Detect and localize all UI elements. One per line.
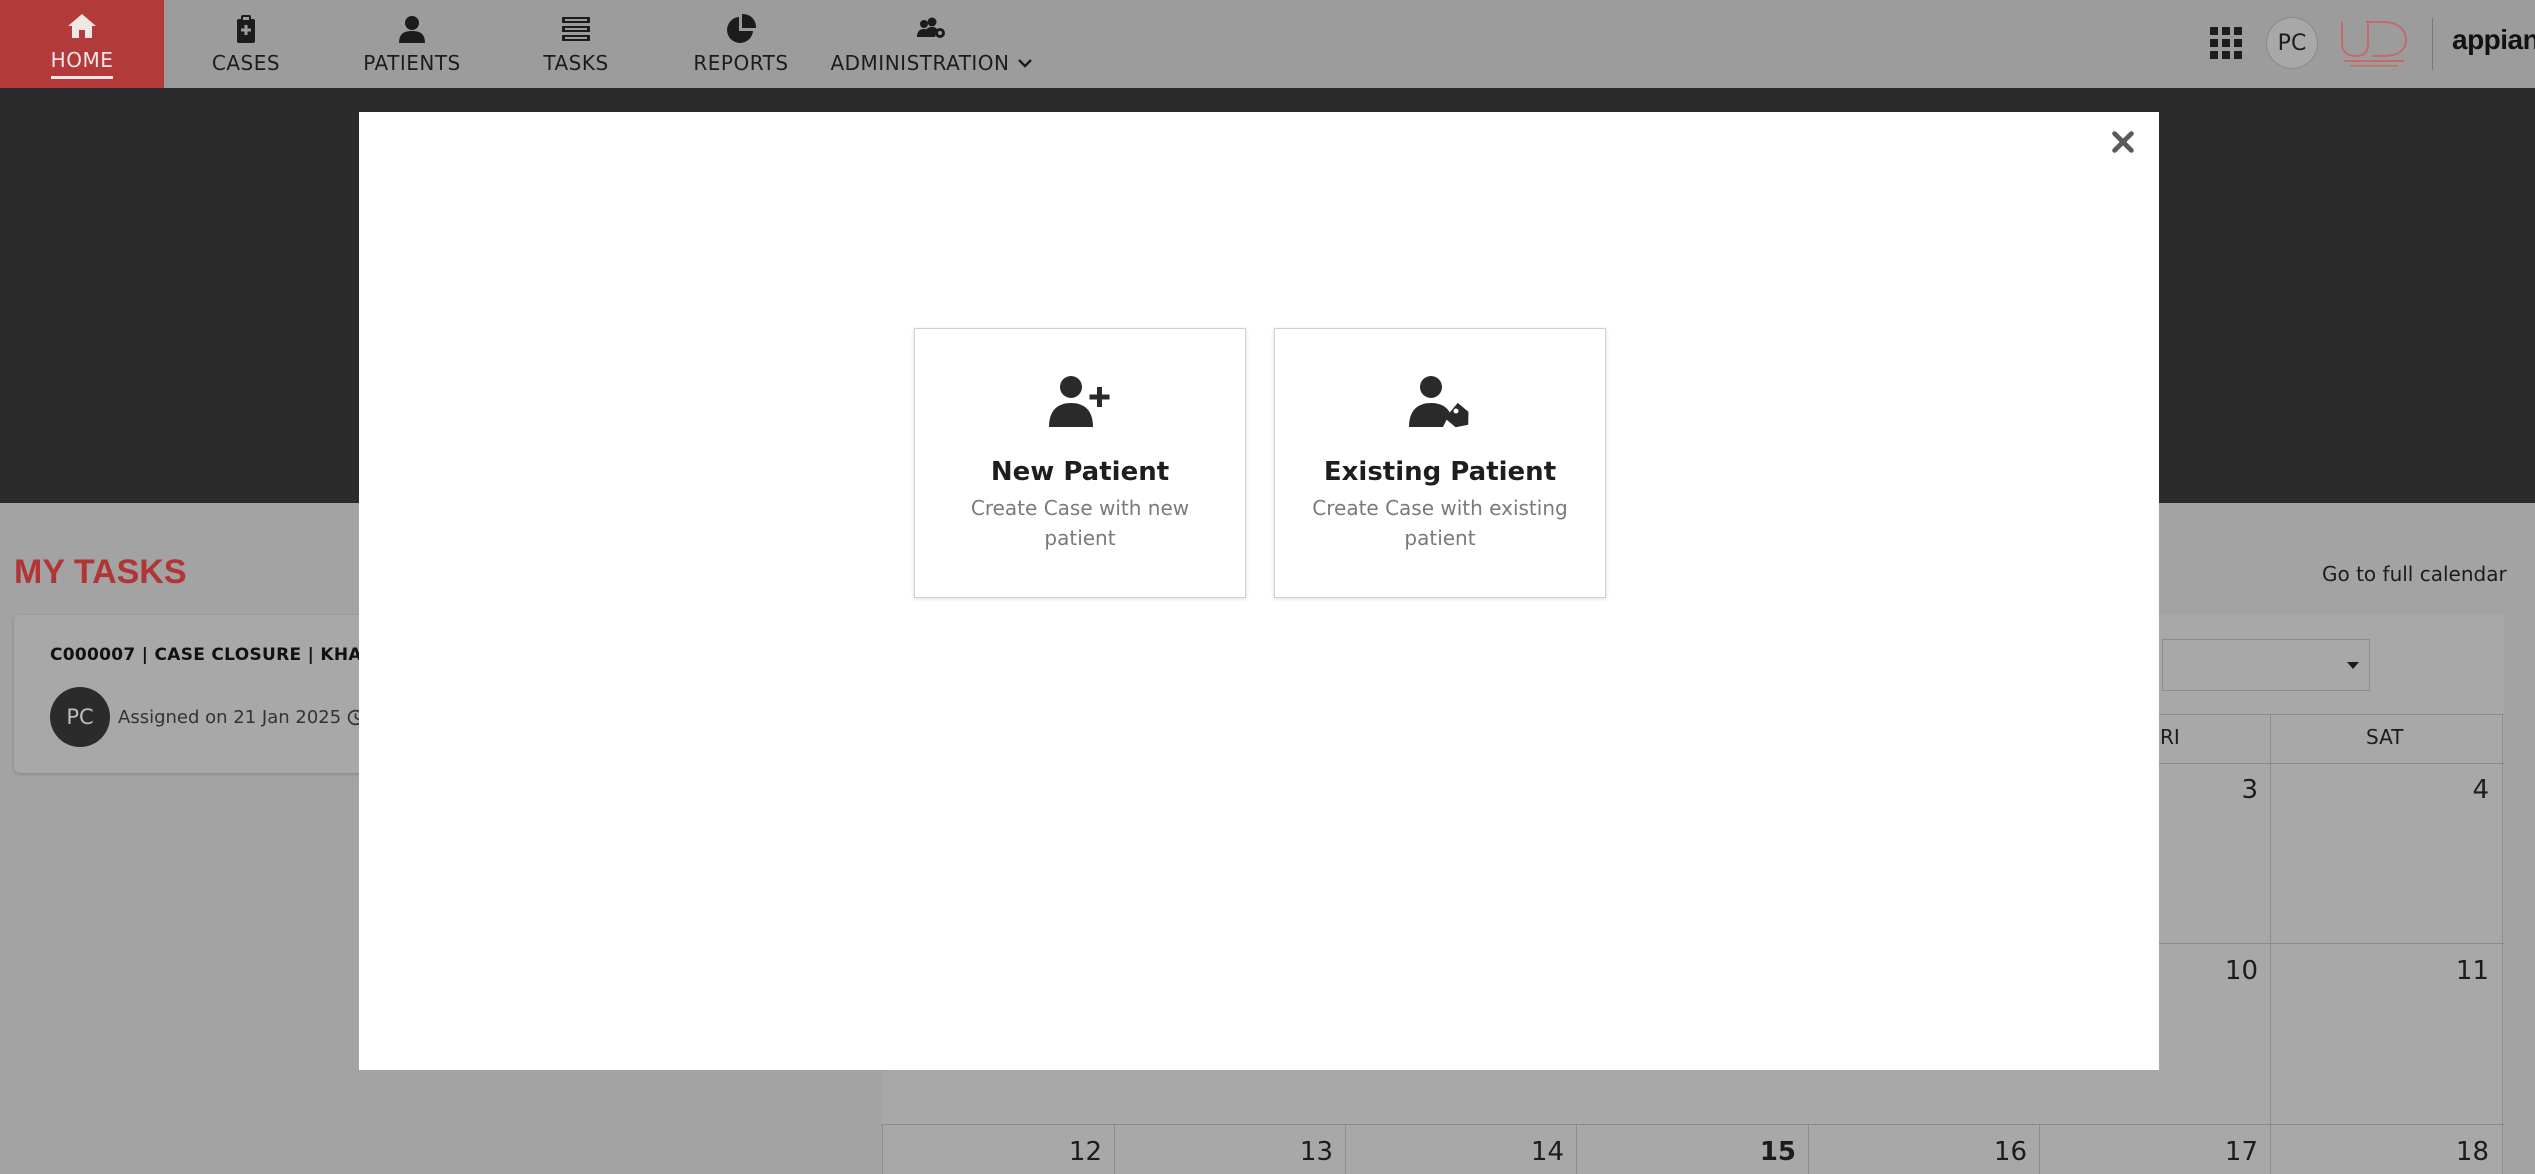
chevron-down-icon: [1017, 59, 1032, 68]
nav-tasks[interactable]: TASKS: [496, 0, 656, 88]
uniteddelta-logo: [2341, 21, 2408, 67]
existing-patient-option[interactable]: Existing Patient Create Case with existi…: [1274, 328, 1606, 598]
calendar-day[interactable]: 18: [2429, 1137, 2489, 1167]
nav-tasks-label: TASKS: [543, 51, 609, 75]
nav-reports[interactable]: REPORTS: [656, 0, 826, 88]
calendar-month-select[interactable]: [2162, 639, 2370, 691]
calendar-header-sat: SAT: [2366, 725, 2404, 749]
calendar-col-line: [1808, 1124, 1809, 1174]
create-case-modal: New Patient Create Case with new patient…: [359, 112, 2159, 1070]
tasks-list-icon: [562, 17, 590, 41]
close-icon: [2112, 131, 2134, 153]
existing-patient-subtitle: Create Case with existing patient: [1312, 496, 1568, 550]
nav-home-label: HOME: [50, 48, 114, 79]
top-navigation-bar: HOME CASES PATIENTS TASKS REPORTS ADMINI…: [0, 0, 2535, 88]
appian-logo: appian: [2452, 24, 2535, 55]
nav-reports-label: REPORTS: [693, 51, 789, 75]
my-tasks-heading: MY TASKS: [14, 553, 187, 591]
calendar-row-line: [882, 1124, 2504, 1125]
task-assignee-avatar: PC: [50, 687, 110, 747]
task-title[interactable]: C000007 | CASE CLOSURE | KHALID: [50, 645, 394, 665]
administration-text: ADMINISTRATION: [830, 51, 1010, 75]
nav-administration[interactable]: ADMINISTRATION: [826, 0, 1036, 88]
users-cog-icon: [917, 17, 945, 38]
task-assignee-initials: PC: [66, 705, 94, 729]
nav-cases[interactable]: CASES: [164, 0, 328, 88]
full-calendar-link[interactable]: Go to full calendar: [2322, 562, 2507, 586]
calendar-day-today[interactable]: 15: [1736, 1137, 1796, 1167]
calendar-day[interactable]: 12: [1042, 1137, 1102, 1167]
task-assigned-text: Assigned on 21 Jan 2025: [118, 707, 342, 728]
user-initials: PC: [2277, 30, 2307, 56]
calendar-col-line: [882, 1124, 883, 1174]
user-avatar[interactable]: PC: [2266, 17, 2318, 69]
nav-administration-label: ADMINISTRATION: [830, 51, 1032, 75]
select-caret-icon: [2347, 662, 2359, 669]
task-assigned-info: Assigned on 21 Jan 2025: [118, 707, 364, 728]
nav-cases-label: CASES: [211, 51, 281, 75]
clipboard-medical-icon: [237, 15, 255, 43]
calendar-day[interactable]: 17: [2198, 1137, 2258, 1167]
home-icon: [68, 13, 96, 38]
calendar-col-line: [1576, 1124, 1577, 1174]
calendar-col-line: [2502, 714, 2503, 1174]
header-divider: [2432, 18, 2433, 70]
calendar-col-line: [1114, 1124, 1115, 1174]
nav-patients[interactable]: PATIENTS: [328, 0, 496, 88]
calendar-day[interactable]: 14: [1504, 1137, 1564, 1167]
calendar-col-line: [1345, 1124, 1346, 1174]
nav-home[interactable]: HOME: [0, 0, 164, 88]
new-patient-subtitle: Create Case with new patient: [970, 496, 1190, 550]
calendar-day[interactable]: 11: [2429, 956, 2489, 986]
calendar-col-line: [2270, 714, 2271, 1174]
app-launcher-icon[interactable]: [2210, 27, 2242, 59]
user-tag-icon: [1409, 376, 1469, 428]
calendar-col-line: [2039, 1124, 2040, 1174]
close-button[interactable]: [2105, 124, 2141, 160]
calendar-header-fri: RI: [2160, 725, 2180, 749]
calendar-day[interactable]: 13: [1273, 1137, 1333, 1167]
pie-chart-icon: [727, 13, 757, 43]
calendar-day[interactable]: 16: [1967, 1137, 2027, 1167]
user-plus-icon: [1049, 376, 1110, 427]
calendar-day[interactable]: 4: [2429, 775, 2489, 805]
calendar-day[interactable]: 10: [2198, 956, 2258, 986]
existing-patient-title: Existing Patient: [1323, 457, 1557, 487]
user-icon: [399, 16, 425, 43]
new-patient-option[interactable]: New Patient Create Case with new patient: [914, 328, 1246, 598]
nav-patients-label: PATIENTS: [363, 51, 461, 75]
new-patient-title: New Patient: [990, 457, 1170, 487]
calendar-day[interactable]: 3: [2198, 775, 2258, 805]
